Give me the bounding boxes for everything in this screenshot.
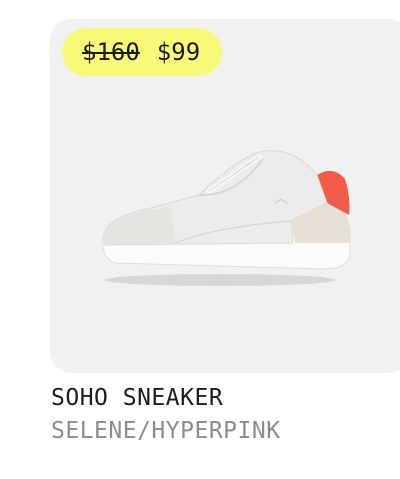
original-price: $160 (82, 38, 140, 66)
product-card[interactable]: $160 $99 (50, 19, 400, 373)
shoe-shadow (105, 274, 335, 286)
sale-price: $99 (156, 38, 201, 66)
shoe-toe (103, 207, 175, 245)
product-name[interactable]: SOHO SNEAKER (51, 385, 223, 411)
product-colorway: SELENE/HYPERPINK (51, 418, 281, 444)
product-image[interactable] (95, 139, 365, 299)
price-badge: $160 $99 (62, 28, 223, 76)
sneaker-icon (102, 150, 351, 286)
